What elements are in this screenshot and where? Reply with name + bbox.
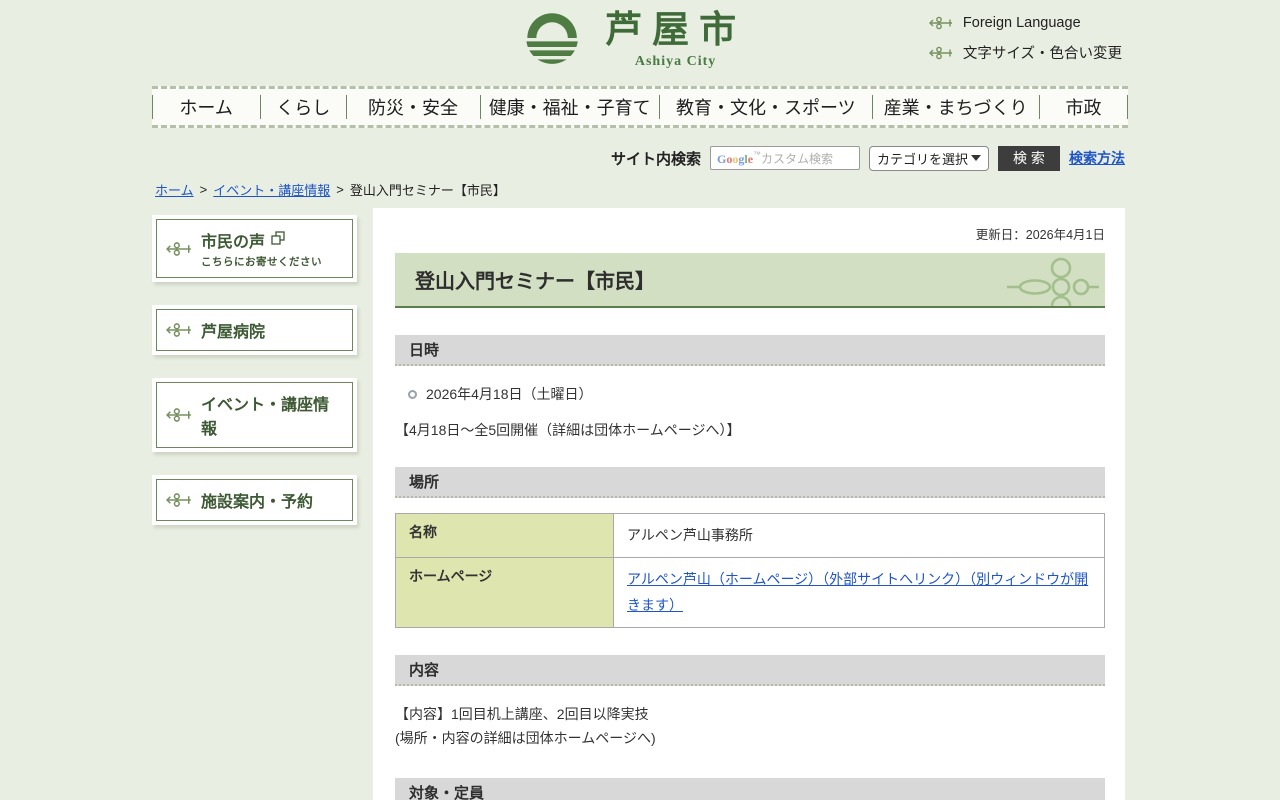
external-window-icon	[271, 231, 285, 250]
decorative-branch-icon	[166, 321, 192, 339]
place-name-header: 名称	[396, 514, 614, 558]
sidebar-item-label: イベント・講座情報	[201, 391, 343, 439]
section-bar-datetime: 日時	[395, 335, 1105, 366]
section-heading: 場所	[409, 471, 439, 492]
section-bar-place: 場所	[395, 467, 1105, 498]
breadcrumb: ホーム > イベント・講座情報 > 登山入門セミナー【市民】	[155, 180, 1280, 199]
city-logo-icon	[525, 11, 579, 70]
search-box: Google™カスタム検索	[710, 146, 860, 170]
place-name-value: アルペン芦山事務所	[614, 514, 1105, 558]
decorative-branch-icon	[166, 240, 192, 258]
flourish-ornament-icon	[1003, 257, 1099, 308]
details-text: 【内容】1回目机上講座、2回目以降実技 (場所・内容の詳細は団体ホームページへ)	[395, 702, 1105, 751]
page-title: 登山入門セミナー【市民】	[415, 265, 655, 294]
external-homepage-link[interactable]: アルペン芦山（ホームページ）（外部サイトへリンク）（別ウィンドウが開きます）	[627, 571, 1088, 614]
sidebar-item-facility-reservation[interactable]: 施設案内・予約	[152, 475, 357, 525]
search-input[interactable]	[710, 146, 860, 170]
main-nav: ホーム くらし 防災・安全 健康・福祉・子育て 教育・文化・スポーツ 産業・まち…	[152, 86, 1128, 128]
site-title: 芦屋市	[605, 11, 746, 52]
datetime-note: 【4月18日～全5回開催（詳細は団体ホームページへ）】	[395, 420, 1105, 440]
main-row: 市民の声 こちらにお寄せください	[0, 208, 1280, 800]
table-row: 名称 アルペン芦山事務所	[396, 514, 1105, 558]
updated-date: 更新日：2026年4月1日	[395, 224, 1105, 243]
datetime-value: 2026年4月18日（土曜日）	[426, 384, 593, 404]
sidebar-item-event-info[interactable]: イベント・講座情報	[152, 378, 357, 452]
details-line-2: (場所・内容の詳細は団体ホームページへ)	[395, 726, 1105, 751]
category-select-value: カテゴリを選択	[877, 149, 968, 168]
ring-bullet-icon	[408, 390, 417, 399]
nav-item-bosai[interactable]: 防災・安全	[346, 89, 480, 125]
decorative-branch-icon	[166, 406, 192, 424]
search-label: サイト内検索	[611, 148, 701, 169]
search-bar: サイト内検索 Google™カスタム検索 カテゴリを選択 検 索 検索方法	[0, 145, 1280, 171]
sidebar-item-label: 施設案内・予約	[201, 488, 313, 512]
foreign-language-link[interactable]: Foreign Language	[929, 15, 1122, 31]
datetime-list-item: 2026年4月18日（土曜日）	[408, 384, 1105, 404]
sidebar-item-citizen-voice[interactable]: 市民の声 こちらにお寄せください	[152, 215, 357, 282]
foreign-language-label: Foreign Language	[963, 15, 1081, 31]
chevron-down-icon	[971, 155, 981, 161]
place-homepage-header: ホームページ	[396, 557, 614, 627]
sidebar-item-label: 市民の声	[201, 228, 265, 252]
sidebar-item-label: 芦屋病院	[201, 318, 265, 342]
page-title-bar: 登山入門セミナー【市民】	[395, 253, 1105, 308]
page: 芦屋市 Ashiya City Foreign Language	[0, 0, 1280, 800]
category-select[interactable]: カテゴリを選択	[869, 146, 989, 171]
sidebar-item-sub: こちらにお寄せください	[201, 254, 322, 269]
font-size-color-link[interactable]: 文字サイズ・色合い変更	[929, 42, 1122, 63]
nav-item-shisei[interactable]: 市政	[1039, 89, 1128, 125]
table-row: ホームページ アルペン芦山（ホームページ）（外部サイトへリンク）（別ウィンドウが…	[396, 557, 1105, 627]
search-button[interactable]: 検 索	[998, 146, 1060, 171]
search-help-link[interactable]: 検索方法	[1069, 148, 1125, 168]
site-logo[interactable]: 芦屋市 Ashiya City	[525, 11, 746, 70]
nav-item-sangyo[interactable]: 産業・まちづくり	[872, 89, 1039, 125]
place-homepage-cell: アルペン芦山（ホームページ）（外部サイトへリンク）（別ウィンドウが開きます）	[614, 557, 1105, 627]
section-heading: 対象・定員	[409, 782, 484, 800]
decorative-branch-icon	[929, 45, 953, 61]
nav-item-kyoiku[interactable]: 教育・文化・スポーツ	[659, 89, 872, 125]
section-bar-details: 内容	[395, 655, 1105, 686]
breadcrumb-separator: >	[336, 182, 344, 197]
site-header: 芦屋市 Ashiya City Foreign Language	[0, 0, 1280, 86]
sidebar-item-ashiya-hospital[interactable]: 芦屋病院	[152, 305, 357, 355]
utility-links: Foreign Language 文字サイズ・色合い変更	[929, 15, 1122, 63]
nav-item-home[interactable]: ホーム	[152, 89, 260, 125]
breadcrumb-separator: >	[200, 182, 208, 197]
nav-item-kurashi[interactable]: くらし	[260, 89, 346, 125]
nav-item-kenko[interactable]: 健康・福祉・子育て	[480, 89, 660, 125]
main-content: 更新日：2026年4月1日 登山入門セミナー【市民】 日時	[373, 208, 1125, 800]
decorative-branch-icon	[929, 15, 953, 31]
section-bar-target: 対象・定員	[395, 778, 1105, 800]
breadcrumb-events-link[interactable]: イベント・講座情報	[213, 180, 330, 199]
details-line-1: 【内容】1回目机上講座、2回目以降実技	[395, 702, 1105, 727]
section-heading: 日時	[409, 339, 439, 360]
breadcrumb-home-link[interactable]: ホーム	[155, 180, 194, 199]
breadcrumb-current-page: 登山入門セミナー【市民】	[350, 180, 506, 199]
decorative-branch-icon	[166, 491, 192, 509]
site-subtitle: Ashiya City	[605, 54, 746, 70]
section-heading: 内容	[409, 659, 439, 680]
font-size-color-label: 文字サイズ・色合い変更	[963, 42, 1122, 63]
place-table: 名称 アルペン芦山事務所 ホームページ アルペン芦山（ホームページ）（外部サイト…	[395, 513, 1105, 628]
sidebar: 市民の声 こちらにお寄せください	[152, 208, 357, 525]
